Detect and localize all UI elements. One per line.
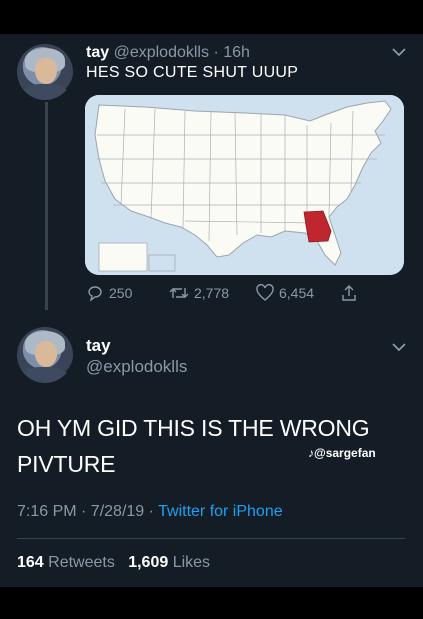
- us-map-image: [85, 95, 404, 275]
- reply-count: 250: [109, 285, 133, 301]
- retweets-count: 164: [17, 554, 44, 571]
- user-handle[interactable]: @explodoklls: [86, 357, 187, 377]
- tweet-datetime[interactable]: 7:16 PM · 7/28/19 ·: [17, 503, 154, 520]
- tiktok-watermark: ♪@sargefan: [308, 446, 376, 460]
- user-handle-text: @explodoklls: [86, 357, 188, 376]
- share-icon: [342, 285, 356, 301]
- avatar-face: [35, 341, 57, 367]
- display-name-text: tay: [86, 336, 111, 355]
- retweet-icon: [169, 288, 189, 298]
- heart-icon: [256, 284, 274, 301]
- reply-icon: [88, 286, 102, 302]
- engagement-stats: 164 Retweets 1,609 Likes: [17, 554, 210, 572]
- hawaii-inset: [148, 254, 176, 272]
- display-name[interactable]: tay: [86, 336, 111, 356]
- alaska-inset: [98, 242, 148, 272]
- avatar-face: [35, 58, 57, 84]
- avatar-shirt: [23, 84, 67, 100]
- reply-action[interactable]: 250: [86, 284, 132, 302]
- bottom-letterbox: [0, 587, 423, 619]
- tweet-source-link[interactable]: Twitter for iPhone: [158, 503, 283, 520]
- avatar[interactable]: [17, 327, 73, 383]
- like-action[interactable]: 6,454: [256, 284, 314, 302]
- retweets-stat[interactable]: 164 Retweets: [17, 554, 119, 571]
- share-action[interactable]: [340, 284, 358, 302]
- user-handle[interactable]: @explodoklls: [114, 44, 209, 61]
- like-count: 6,454: [279, 285, 315, 301]
- top-letterbox: [0, 0, 423, 34]
- thread-connector-line: [45, 102, 48, 310]
- separator-dot: ·: [213, 44, 219, 61]
- tweet-text: HES SO CUTE SHUT UUUP: [86, 64, 299, 81]
- likes-count: 1,609: [128, 554, 169, 571]
- retweet-action[interactable]: 2,778: [169, 284, 229, 302]
- tweet-timestamp[interactable]: 16h: [223, 44, 250, 61]
- tweet-metadata: 7:16 PM · 7/28/19 · Twitter for iPhone: [17, 503, 283, 521]
- tweet-media-map[interactable]: [85, 95, 404, 275]
- tweet-header: tay @explodoklls · 16h: [86, 44, 250, 62]
- chevron-down-icon[interactable]: [391, 341, 407, 353]
- chevron-down-icon[interactable]: [391, 46, 407, 58]
- avatar-shirt: [23, 367, 67, 383]
- divider: [17, 538, 405, 539]
- tweet-text-line-1: OH YM GID THIS IS THE WRONG: [17, 415, 370, 441]
- likes-stat[interactable]: 1,609 Likes: [128, 554, 210, 571]
- retweets-label: Retweets: [48, 554, 115, 571]
- avatar[interactable]: [17, 44, 73, 100]
- retweet-count: 2,778: [194, 285, 230, 301]
- likes-label: Likes: [172, 554, 211, 571]
- display-name[interactable]: tay: [86, 44, 109, 61]
